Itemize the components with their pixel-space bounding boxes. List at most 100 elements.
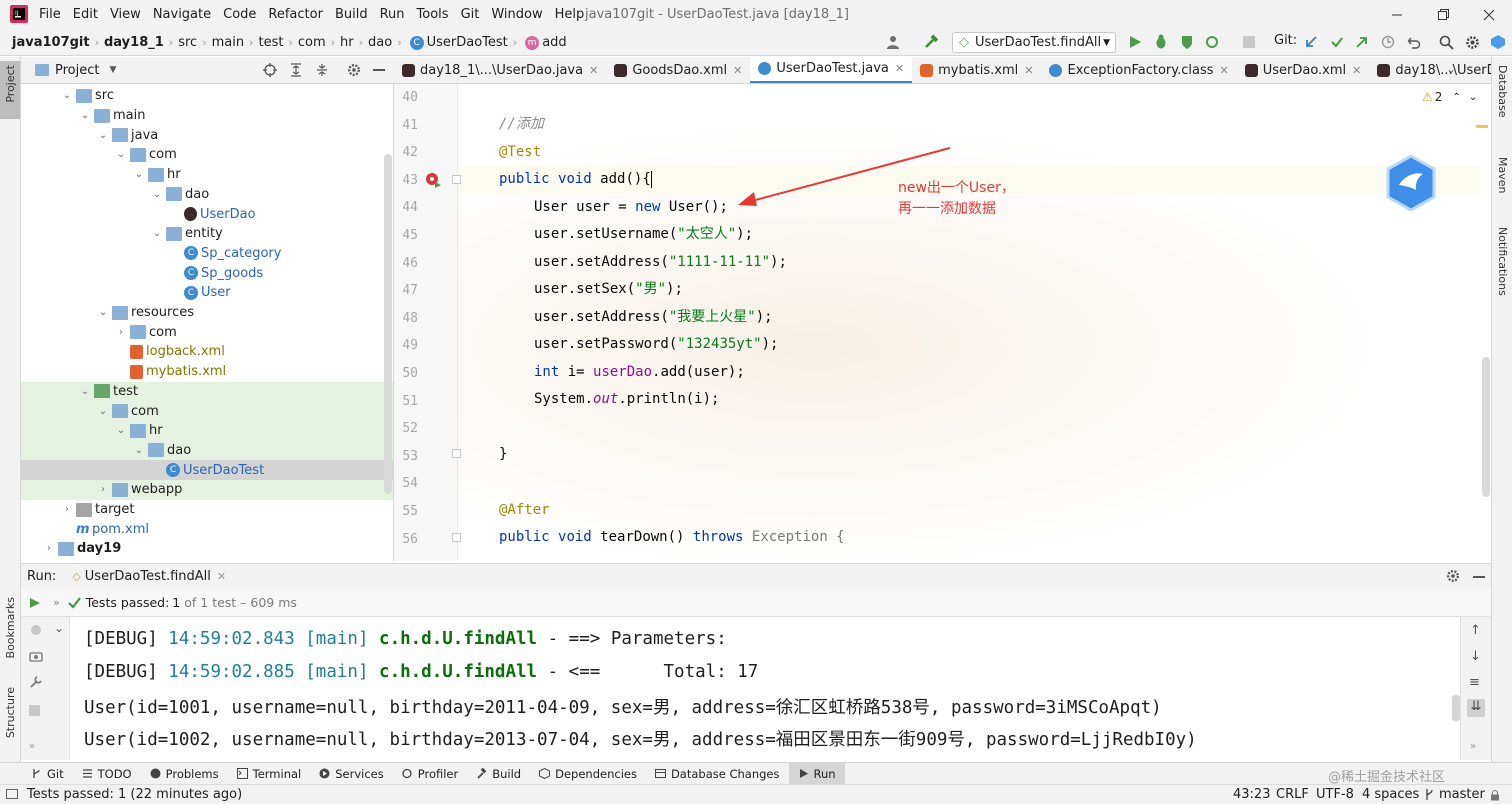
project-tree-item[interactable]: ⌄ hr [21,420,393,441]
crumb-com[interactable]: com [298,35,326,50]
structure-tool-window-button[interactable]: Structure [4,687,17,738]
collapsed-chevron-icon[interactable]: › [43,543,55,554]
project-tree-item[interactable]: ⌄ hr [21,165,393,185]
profiler-tool-button[interactable]: Profiler [393,763,468,785]
expanded-chevron-icon[interactable]: ⌄ [97,307,109,318]
project-tree-item[interactable]: ⌄ resources [21,303,393,323]
project-tree-item[interactable]: C User [21,283,393,303]
expanded-chevron-icon[interactable]: ⌄ [151,189,163,200]
git-branch[interactable]: master [1439,787,1485,802]
problems-tool-button[interactable]: Problems [141,763,228,785]
terminal-tool-button[interactable]: Terminal [228,763,311,785]
expand-all-icon[interactable] [289,63,303,77]
close-window-button[interactable] [1478,4,1500,26]
panel-settings-gear-icon[interactable] [347,63,361,77]
menu-build[interactable]: Build [329,7,374,22]
project-tree-item[interactable]: › day19 [21,539,393,559]
editor-tab[interactable]: day18\...\UserDao.java✕ [1369,57,1491,83]
close-tab-icon[interactable]: ✕ [733,64,742,77]
profile-icon[interactable] [1204,33,1222,51]
floating-assistant-icon[interactable] [1386,155,1436,211]
project-tree-item[interactable]: ⌄ java [21,125,393,145]
database-tool-window-button[interactable]: Database [1496,65,1509,118]
expanded-chevron-icon[interactable]: ⌄ [133,169,145,180]
run-test-gutter-icon[interactable] [434,181,442,189]
run-tool-button[interactable]: Run [788,762,845,785]
project-tree-scrollbar[interactable] [384,154,392,494]
locate-icon[interactable] [263,63,277,77]
project-tree-item[interactable]: C Sp_category [21,244,393,264]
collapse-chevron-icon[interactable]: ⌄ [54,621,64,635]
minimize-button[interactable] [1386,4,1408,26]
debug-icon[interactable] [1152,33,1170,51]
expanded-chevron-icon[interactable]: ⌄ [79,386,91,397]
line-separator[interactable]: CRLF [1276,787,1309,802]
crumb-dao[interactable]: dao [368,35,392,50]
caret-position[interactable]: 43:23 [1233,787,1270,802]
expanded-chevron-icon[interactable]: ⌄ [97,406,109,417]
run-settings-gear-icon[interactable] [1446,569,1460,583]
crumb-method[interactable]: add [542,35,566,50]
file-encoding[interactable]: UTF-8 [1316,787,1354,802]
close-tab-icon[interactable]: ✕ [1220,64,1229,77]
tabs-overflow-chevron-icon[interactable]: ⌄ [1446,62,1456,76]
plugin-logo-icon[interactable] [1489,33,1507,51]
git-update-icon[interactable] [1302,33,1320,51]
crumb-module[interactable]: day18_1 [104,35,164,50]
more-actions-icon[interactable]: » [53,596,60,609]
expanded-chevron-icon[interactable]: ⌄ [115,149,127,160]
editor-scrollbar[interactable] [1482,357,1490,497]
settings-gear-icon[interactable] [1463,33,1481,51]
scroll-up-icon[interactable]: ↑ [1470,623,1481,638]
notifications-tool-window-button[interactable]: Notifications [1496,227,1509,296]
expanded-chevron-icon[interactable]: ⌄ [97,130,109,141]
more-actions-icon[interactable]: » [1470,741,1476,752]
project-tree-item[interactable]: m pom.xml [21,519,393,539]
wrench-icon[interactable] [29,675,43,689]
previous-highlight-icon[interactable]: ⌃ [1452,92,1460,103]
maven-tool-window-button[interactable]: Maven [1496,157,1509,193]
project-tree-item[interactable]: UserDao [21,204,393,224]
crumb-class[interactable]: UserDaoTest [427,35,508,50]
project-tree-item[interactable]: ⌄ dao [21,185,393,205]
camera-icon[interactable] [29,649,43,663]
menu-navigate[interactable]: Navigate [147,7,217,22]
hide-panel-icon[interactable] [373,69,385,71]
collapse-all-icon[interactable] [315,63,329,77]
stop-icon[interactable] [29,705,40,716]
project-tree-item[interactable]: ⌄ com [21,145,393,165]
chevron-down-icon[interactable]: ▼ [109,65,116,75]
search-icon[interactable] [1437,33,1455,51]
project-tree-item[interactable]: C Sp_goods [21,263,393,283]
scroll-warning-marker[interactable] [1476,125,1488,128]
next-highlight-icon[interactable]: ⌄ [1469,92,1477,103]
collapsed-chevron-icon[interactable]: › [115,327,127,338]
project-tool-window-button[interactable]: Project [0,61,20,119]
close-tab-icon[interactable]: ✕ [589,64,598,77]
project-tree-item[interactable]: › webapp [21,480,393,500]
editor-tab[interactable]: ExceptionFactory.class ✕ [1041,57,1236,83]
console-scrollbar[interactable] [1452,695,1460,721]
build-tool-button[interactable]: Build [467,763,530,785]
expanded-chevron-icon[interactable]: ⌄ [115,425,127,436]
crumb-hr[interactable]: hr [340,35,354,50]
bookmarks-tool-window-button[interactable]: Bookmarks [4,597,17,658]
menu-tools[interactable]: Tools [411,7,455,22]
menu-view[interactable]: View [104,7,147,22]
menu-code[interactable]: Code [217,7,262,22]
editor-tab[interactable]: UserDao.xml ✕ [1237,57,1370,83]
project-tree-item[interactable]: ⌄ main [21,106,393,126]
rerun-icon[interactable] [29,597,41,609]
scroll-down-icon[interactable]: ↓ [1470,649,1481,664]
editor-tab[interactable]: mybatis.xml ✕ [912,57,1041,83]
menu-refactor[interactable]: Refactor [262,7,329,22]
expanded-chevron-icon[interactable]: ⌄ [61,90,73,101]
dependencies-tool-button[interactable]: Dependencies [530,763,646,785]
user-icon[interactable] [884,33,902,51]
project-tree-item[interactable]: › target [21,500,393,520]
project-tree-item[interactable]: ⌄ com [21,401,393,421]
services-tool-button[interactable]: Services [310,763,393,785]
crumb-main[interactable]: main [212,35,244,50]
crumb-test[interactable]: test [258,35,283,50]
project-panel-title[interactable]: Project [55,63,99,78]
